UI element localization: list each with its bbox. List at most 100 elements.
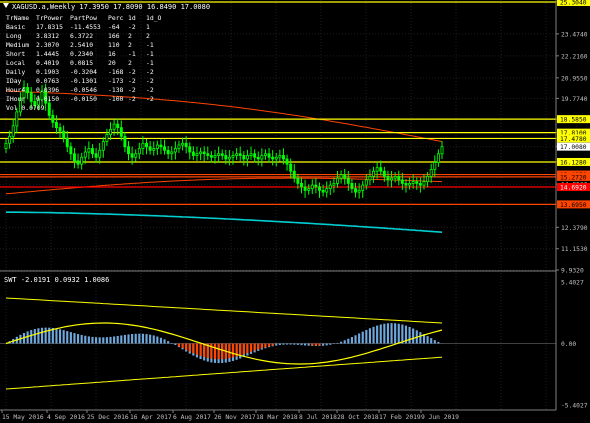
candle-body <box>181 142 185 146</box>
candle-body <box>303 186 307 191</box>
candle-body <box>393 176 397 179</box>
candle-body <box>242 155 246 160</box>
candle-body <box>382 170 386 177</box>
oscillator-title: SWT -2.0191 0.0932 1.0086 <box>4 276 109 284</box>
candle-body <box>260 155 264 160</box>
candle-body <box>199 151 203 155</box>
candle-body <box>231 155 235 158</box>
table-cell: 0.4019 <box>36 59 59 67</box>
table-header-cell: 1d <box>128 14 136 22</box>
level-label: 15.2720 <box>560 174 587 181</box>
osc-tick-label: 5.4027 <box>561 280 584 287</box>
candle-body <box>119 127 123 137</box>
level-label: 17.0080 <box>560 144 587 151</box>
table-cell: -100 <box>108 95 124 103</box>
price-tick-label: 11.1530 <box>561 246 588 253</box>
candle-body <box>354 188 357 193</box>
table-cell: -0.0546 <box>70 86 97 94</box>
chart-title: XAGUSD.a,Weekly 17.3950 17.8090 16.8490 … <box>12 3 210 11</box>
candle-body <box>72 153 76 162</box>
chart-window[interactable]: 25.3040 23.4740 22.2160 20.9550 19.7740 18.58… <box>0 0 590 423</box>
candle-body <box>220 153 224 156</box>
candle-body <box>278 155 282 158</box>
candle-body <box>299 182 303 188</box>
price-tick-label: 12.3790 <box>561 225 588 232</box>
table-cell: -2 <box>128 95 136 103</box>
table-header-cell: TrName <box>6 14 29 22</box>
candle-body <box>54 121 58 128</box>
candle-body <box>397 176 401 181</box>
table-cell: -2 <box>128 77 136 85</box>
candle-body <box>224 155 228 160</box>
candle-body <box>263 153 267 156</box>
candle-body <box>245 155 249 160</box>
candle-body <box>127 146 130 155</box>
candle-body <box>155 144 159 149</box>
table-cell: 0.0815 <box>70 59 93 67</box>
candle-body <box>379 167 383 172</box>
price-tick-label: 23.4740 <box>561 31 588 38</box>
candle-body <box>411 181 415 184</box>
candle-body <box>105 134 109 142</box>
time-tick-label: 17 Feb 2019 <box>379 414 421 421</box>
table-cell: Long <box>6 32 22 40</box>
candle-body <box>422 181 426 186</box>
candle-body <box>400 179 404 184</box>
candle-body <box>256 156 260 160</box>
table-cell: 166 <box>108 32 120 40</box>
candle-body <box>91 148 94 155</box>
table-cell: 2.3070 <box>36 41 59 49</box>
candle-body <box>310 184 314 190</box>
table-cell: 0.0150 <box>36 95 59 103</box>
candle-body <box>137 148 141 155</box>
table-cell: 20 <box>108 59 116 67</box>
table-cell: Medium <box>6 41 29 49</box>
table-cell: 0.2340 <box>70 50 93 58</box>
table-header-cell: Perc <box>108 14 124 22</box>
candle-body <box>83 151 87 158</box>
table-cell: -2 <box>128 23 136 31</box>
table-cell: -1 <box>128 50 136 58</box>
table-cell: Hour4 <box>6 86 25 94</box>
candle-body <box>213 155 217 158</box>
table-cell: 2 <box>128 59 132 67</box>
candle-body <box>184 142 188 148</box>
candle-body <box>336 177 339 184</box>
candle-body <box>426 176 430 183</box>
candle-body <box>289 163 293 172</box>
table-cell: 2.5410 <box>70 41 93 49</box>
level-label: 17.4780 <box>560 136 587 143</box>
table-cell: 3.8312 <box>36 32 59 40</box>
candle-body <box>433 162 437 170</box>
price-tick-label: 19.7740 <box>561 96 588 103</box>
time-tick-label: 8 Jul 2018 <box>299 414 337 421</box>
table-cell: Basic <box>6 23 25 31</box>
candle-body <box>404 182 408 186</box>
table-cell: -11.4553 <box>70 23 101 31</box>
candle-body <box>69 146 73 155</box>
level-label: 13.6950 <box>560 202 587 209</box>
candle-body <box>375 167 379 172</box>
table-cell: -2 <box>146 86 154 94</box>
candle-body <box>325 188 329 193</box>
table-cell: 110 <box>108 41 120 49</box>
table-cell: 17.8315 <box>36 23 63 31</box>
time-tick-label: 4 Sep 2016 <box>47 414 85 421</box>
time-tick-label: 26 Nov 2017 <box>214 414 256 421</box>
table-cell: Daily <box>6 68 25 76</box>
table-cell: -1 <box>146 59 154 67</box>
candle-body <box>415 181 419 184</box>
candle-body <box>141 142 145 149</box>
candle-body <box>390 177 394 181</box>
candle-body <box>339 174 343 179</box>
candle-body <box>62 130 66 139</box>
candle-body <box>29 92 33 102</box>
level-label: 16.1280 <box>560 159 587 166</box>
table-cell: -1 <box>146 41 154 49</box>
table-cell: 0.0396 <box>36 86 59 94</box>
table-cell: -138 <box>108 86 124 94</box>
candle-body <box>267 153 271 158</box>
candle-body <box>195 153 199 156</box>
table-cell: -168 <box>108 68 124 76</box>
candle-body <box>112 123 116 130</box>
